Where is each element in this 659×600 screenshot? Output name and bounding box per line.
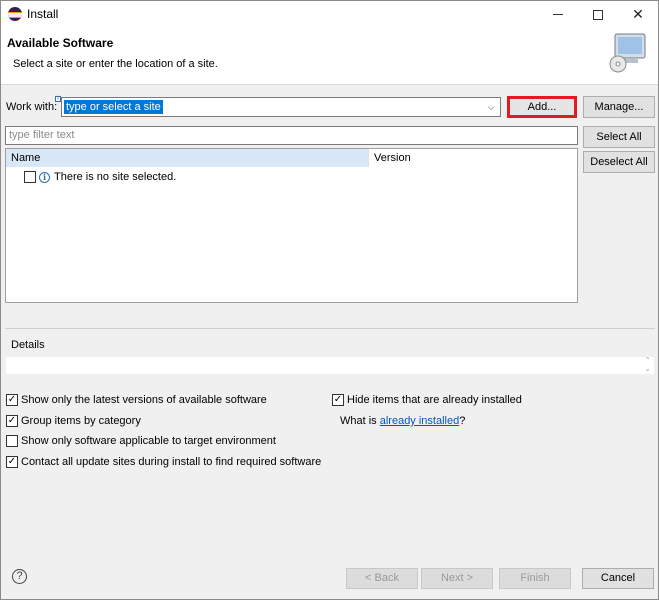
what-is-prefix: What is [340,415,380,427]
chevron-down-icon[interactable]: ⌵ [484,99,498,115]
hide-installed-option[interactable]: ✓ Hide items that are already installed [332,394,522,406]
scroll-arrows-icon[interactable]: ⌃ ⌄ [644,357,651,373]
page-description: Select a site or enter the location of a… [13,58,218,70]
wizard-header: Available Software Select a site or ente… [1,28,658,85]
close-icon: ✕ [632,6,644,22]
deselect-all-button[interactable]: Deselect All [583,151,655,173]
latest-versions-checkbox[interactable]: ✓ [6,394,18,406]
minimize-button[interactable] [538,1,578,28]
manage-sites-button[interactable]: Manage... [583,96,655,118]
column-header-name[interactable]: Name [6,149,369,167]
latest-versions-label: Show only the latest versions of availab… [21,394,267,406]
close-button[interactable]: ✕ [618,1,658,28]
details-label: Details [11,339,45,351]
title-bar: Install ✕ [1,1,658,28]
applicable-target-checkbox[interactable] [6,435,18,447]
column-header-version[interactable]: Version [369,149,577,167]
next-button[interactable]: Next > [421,568,493,589]
maximize-icon [593,9,603,20]
what-is-installed-text: What is already installed ? [340,415,465,427]
page-title: Available Software [7,36,114,50]
maximize-button[interactable] [578,1,618,28]
window-title: Install [27,7,59,21]
work-with-combo-text[interactable]: type or select a site [64,100,163,114]
filter-input[interactable]: type filter text [5,126,578,145]
info-icon: i [39,171,50,183]
back-button[interactable]: < Back [346,568,418,589]
hide-installed-checkbox[interactable]: ✓ [332,394,344,406]
add-site-button[interactable]: Add... [507,96,577,118]
table-row[interactable]: i There is no site selected. [24,169,176,185]
details-separator [5,328,655,329]
already-installed-link[interactable]: already installed [380,415,460,427]
eclipse-logo-icon [8,7,22,21]
hide-installed-label: Hide items that are already installed [347,394,522,406]
contact-all-sites-checkbox[interactable]: ✓ [6,456,18,468]
contact-all-sites-label: Contact all update sites during install … [21,456,322,468]
install-dialog: Install ✕ Available Software Select a si… [0,0,659,600]
finish-button[interactable]: Finish [499,568,571,589]
details-text-area[interactable]: ⌃ ⌄ [6,357,654,374]
help-icon[interactable]: ? [12,569,27,584]
what-is-suffix: ? [459,415,466,427]
work-with-combo[interactable]: type or select a site ⌵ [61,97,501,117]
select-all-button[interactable]: Select All [583,126,655,148]
latest-versions-option[interactable]: ✓ Show only the latest versions of avail… [6,394,267,406]
contact-all-sites-option[interactable]: ✓ Contact all update sites during instal… [6,456,321,468]
group-by-category-option[interactable]: ✓ Group items by category [6,415,141,427]
software-table: Name Version i There is no site selected… [5,148,578,303]
group-by-category-checkbox[interactable]: ✓ [6,415,18,427]
minimize-icon [553,14,563,15]
work-with-label: Work with: [6,101,58,113]
row-checkbox[interactable] [24,171,36,183]
applicable-target-label: Show only software applicable to target … [21,435,276,447]
cancel-button[interactable]: Cancel [582,568,654,589]
install-banner-icon [609,33,646,73]
group-by-category-label: Group items by category [21,415,141,427]
row-name: There is no site selected. [54,171,177,183]
applicable-target-option[interactable]: Show only software applicable to target … [6,435,276,447]
